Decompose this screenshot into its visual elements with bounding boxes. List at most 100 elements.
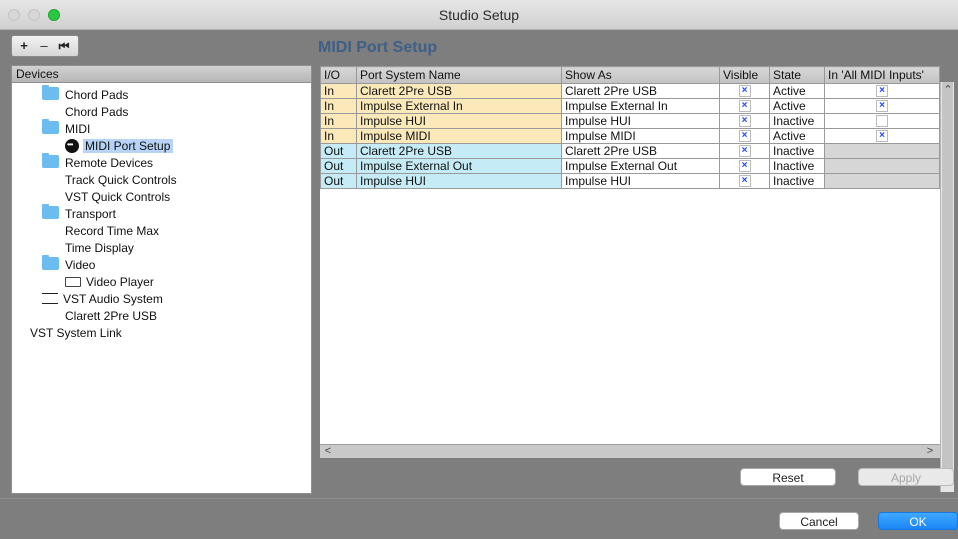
audio-system-icon [42, 293, 58, 305]
show-as-cell[interactable]: Impulse External In [561, 98, 720, 114]
col-header-show-as[interactable]: Show As [561, 66, 720, 84]
io-cell: In [320, 113, 357, 129]
apply-button[interactable]: Apply [858, 468, 954, 486]
show-as-cell[interactable]: Impulse HUI [561, 173, 720, 189]
port-name-cell: Impulse External Out [356, 158, 562, 174]
tree-label: MIDI [65, 122, 91, 136]
devices-header: Devices [11, 65, 312, 83]
port-name-cell: Impulse HUI [356, 113, 562, 129]
io-cell: Out [320, 173, 357, 189]
all-midi-cell: × [824, 98, 940, 114]
reset-device-button[interactable]: ⏮ [54, 36, 74, 56]
visible-cell: × [719, 83, 770, 99]
visible-checkbox[interactable]: × [738, 114, 751, 127]
all-midi-cell-disabled [824, 158, 940, 174]
col-header-state[interactable]: State [769, 66, 825, 84]
studio-setup-body: + – ⏮ Devices Chord Pads Chord Pads MIDI… [0, 30, 958, 539]
ok-button[interactable]: OK [878, 512, 958, 530]
visible-cell: × [719, 158, 770, 174]
port-name-cell: Impulse HUI [356, 173, 562, 189]
col-header-io[interactable]: I/O [320, 66, 357, 84]
tree-label: Transport [65, 207, 116, 221]
add-device-button[interactable]: + [14, 36, 34, 56]
scroll-left-arrow-icon[interactable]: < [322, 445, 334, 457]
reset-button[interactable]: Reset [740, 468, 836, 486]
show-as-cell[interactable]: Impulse External Out [561, 158, 720, 174]
tree-label-selected: MIDI Port Setup [83, 139, 174, 153]
all-midi-inputs-checkbox[interactable]: × [876, 84, 888, 97]
state-cell: Inactive [769, 143, 825, 159]
show-as-cell[interactable]: Impulse HUI [561, 113, 720, 129]
port-name-cell: Impulse External In [356, 98, 562, 114]
col-header-all-midi-inputs[interactable]: In 'All MIDI Inputs' [824, 66, 940, 84]
tree-item-midi-port-setup[interactable]: MIDI Port Setup [65, 136, 174, 155]
title-bar: Studio Setup [0, 0, 958, 30]
all-midi-cell: × [824, 128, 940, 144]
tree-folder-video[interactable]: Video [42, 255, 95, 274]
all-midi-cell [824, 113, 940, 129]
visible-cell: × [719, 113, 770, 129]
vertical-scroll-thumb[interactable] [942, 82, 953, 474]
all-midi-inputs-checkbox[interactable]: × [876, 99, 888, 112]
port-name-cell: Impulse MIDI [356, 128, 562, 144]
visible-cell: × [719, 98, 770, 114]
tree-folder-transport[interactable]: Transport [42, 204, 116, 223]
devices-tree[interactable]: Chord Pads Chord Pads MIDI MIDI Port Set… [11, 83, 312, 494]
device-toolbar: + – ⏮ [11, 35, 79, 57]
table-row[interactable]: Out Impulse External Out Impulse Externa… [320, 158, 940, 174]
tree-item-video-player[interactable]: Video Player [65, 274, 154, 291]
table-row[interactable]: In Clarett 2Pre USB Clarett 2Pre USB × A… [320, 83, 940, 99]
table-row[interactable]: In Impulse MIDI Impulse MIDI × Active × [320, 128, 940, 144]
show-as-cell[interactable]: Clarett 2Pre USB [561, 143, 720, 159]
folder-icon [42, 255, 59, 271]
scroll-up-arrow-icon[interactable]: ⌃ [942, 84, 954, 96]
all-midi-inputs-checkbox[interactable]: × [876, 129, 888, 142]
visible-checkbox[interactable]: × [738, 99, 751, 112]
tree-item-clarett[interactable]: Clarett 2Pre USB [65, 308, 157, 325]
port-name-cell: Clarett 2Pre USB [356, 83, 562, 99]
all-midi-inputs-checkbox[interactable] [876, 114, 888, 127]
remove-device-button[interactable]: – [34, 36, 54, 56]
state-cell: Inactive [769, 113, 825, 129]
tree-item-chord-pads[interactable]: Chord Pads [65, 104, 128, 121]
all-midi-cell-disabled [824, 173, 940, 189]
io-cell: In [320, 128, 357, 144]
show-as-cell[interactable]: Impulse MIDI [561, 128, 720, 144]
state-cell: Active [769, 128, 825, 144]
all-midi-cell-disabled [824, 143, 940, 159]
tree-folder-chord-pads[interactable]: Chord Pads [42, 85, 129, 104]
tree-item-record-time-max[interactable]: Record Time Max [65, 223, 159, 240]
table-row[interactable]: Out Impulse HUI Impulse HUI × Inactive [320, 173, 940, 189]
visible-checkbox[interactable]: × [738, 159, 751, 172]
visible-checkbox[interactable]: × [738, 129, 751, 142]
table-row[interactable]: Out Clarett 2Pre USB Clarett 2Pre USB × … [320, 143, 940, 159]
cancel-button[interactable]: Cancel [779, 512, 859, 530]
table-row[interactable]: In Impulse HUI Impulse HUI × Inactive [320, 113, 940, 129]
visible-checkbox[interactable]: × [738, 84, 751, 97]
midi-port-table-area: I/O Port System Name Show As Visible Sta… [320, 66, 940, 444]
tree-label: Chord Pads [65, 88, 129, 102]
show-as-cell[interactable]: Clarett 2Pre USB [561, 83, 720, 99]
tree-label: Remote Devices [65, 156, 154, 170]
tree-folder-remote-devices[interactable]: Remote Devices [42, 153, 154, 172]
horizontal-scrollbar[interactable]: < > [320, 444, 940, 458]
tree-item-track-quick-controls[interactable]: Track Quick Controls [65, 172, 177, 189]
footer-divider [0, 498, 958, 499]
io-cell: In [320, 83, 357, 99]
col-header-visible[interactable]: Visible [719, 66, 770, 84]
io-cell: Out [320, 143, 357, 159]
tree-item-vst-audio-system[interactable]: VST Audio System [42, 291, 163, 308]
visible-checkbox[interactable]: × [738, 144, 751, 157]
table-row[interactable]: In Impulse External In Impulse External … [320, 98, 940, 114]
state-cell: Inactive [769, 158, 825, 174]
scroll-right-arrow-icon[interactable]: > [924, 445, 936, 457]
tree-item-time-display[interactable]: Time Display [65, 240, 134, 257]
midi-plug-icon [65, 136, 79, 153]
tree-item-vst-system-link[interactable]: VST System Link [30, 325, 122, 342]
tree-label: Video Player [86, 275, 154, 289]
tree-item-vst-quick-controls[interactable]: VST Quick Controls [65, 189, 170, 206]
col-header-port-system-name[interactable]: Port System Name [356, 66, 562, 84]
visible-checkbox[interactable]: × [738, 174, 751, 187]
port-name-cell: Clarett 2Pre USB [356, 143, 562, 159]
vertical-scrollbar[interactable]: ⌃ ⌄ [940, 82, 954, 492]
